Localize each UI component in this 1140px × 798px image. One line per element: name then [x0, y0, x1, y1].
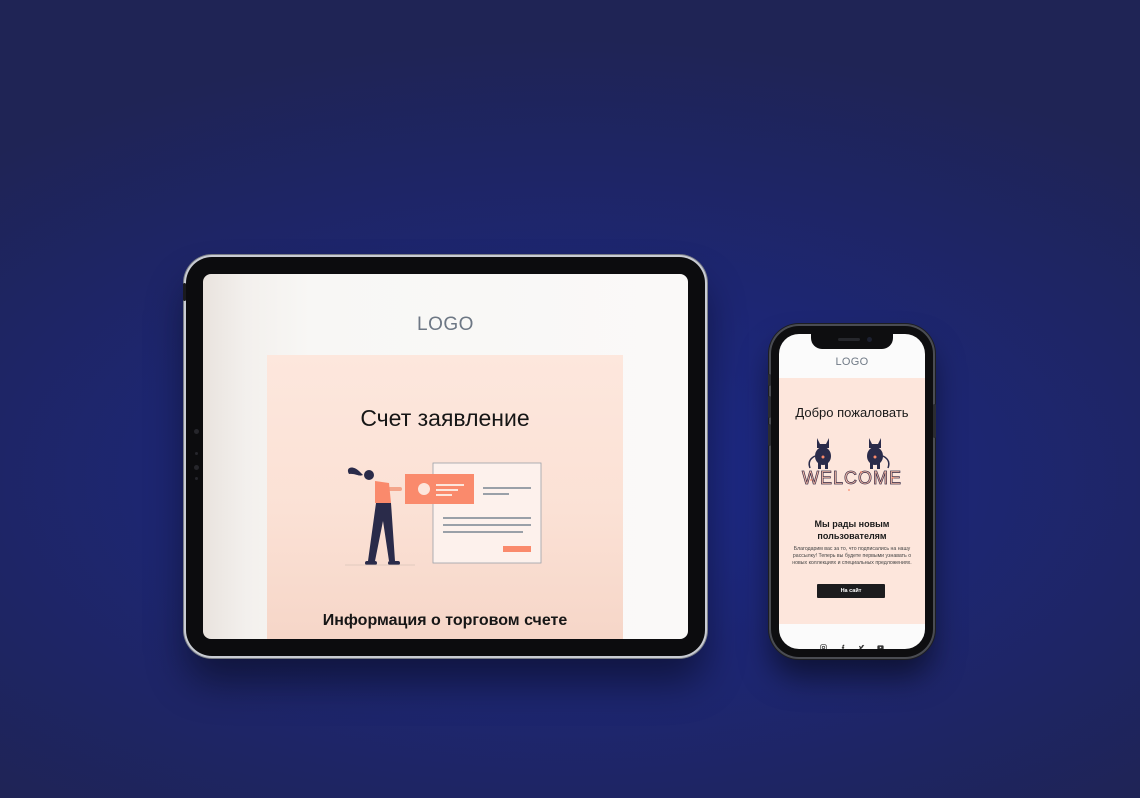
email-hero-card: Счет заявление Информация о торговом сче…: [267, 355, 623, 639]
email-logo: LOGO: [835, 356, 869, 368]
welcome-title: Добро пожаловать: [795, 405, 909, 420]
tablet-sensor: [194, 465, 199, 470]
phone-device: LOGO Добро пожаловать WELCOME WELCOME Мы…: [768, 326, 936, 657]
svg-text:WELCOME: WELCOME: [802, 468, 902, 488]
document-line: [483, 487, 531, 489]
speaker-grille: [838, 338, 860, 341]
person-head: [364, 470, 374, 480]
profile-avatar-shape: [418, 483, 430, 495]
person-shoe: [365, 561, 377, 565]
tablet-screen: LOGO Счет заявление Информация о торгово…: [203, 274, 688, 639]
welcome-card: Добро пожаловать WELCOME WELCOME Мы рады…: [779, 378, 925, 624]
email-section-heading: Информация о торговом счете: [322, 612, 568, 629]
instagram-icon[interactable]: [820, 638, 827, 649]
person-shirt: [375, 481, 391, 503]
go-to-site-button[interactable]: На сайт: [817, 584, 885, 598]
document-line: [483, 493, 509, 495]
phone-mute-switch: [768, 374, 771, 386]
invoice-illustration: [345, 462, 542, 566]
twitter-icon[interactable]: [858, 638, 865, 649]
youtube-icon[interactable]: [877, 638, 884, 649]
welcome-heading: Мы рады новым пользователям: [814, 519, 890, 541]
email-logo: LOGO: [417, 314, 474, 335]
person-hair: [347, 467, 363, 476]
welcome-body-text: Благодарим вас за то, что подписались на…: [792, 546, 912, 567]
phone-volume-up: [768, 396, 771, 418]
front-camera: [867, 337, 872, 342]
profile-line: [436, 489, 458, 491]
facebook-icon[interactable]: [839, 638, 846, 649]
cat-left-icon: [808, 438, 831, 469]
tablet-camera: [194, 429, 199, 434]
phone-power-button: [933, 404, 936, 438]
cat-right-icon: [867, 438, 890, 469]
phone-screen: LOGO Добро пожаловать WELCOME WELCOME Мы…: [779, 334, 925, 649]
phone-notch: [811, 334, 893, 349]
person-shoe: [388, 561, 400, 565]
person-legs: [368, 503, 395, 561]
tablet-side-button: [183, 283, 186, 301]
social-links: [779, 638, 925, 649]
document-button: [503, 546, 531, 552]
document-line: [443, 524, 531, 526]
document-line: [443, 517, 531, 519]
email-title: Счет заявление: [360, 405, 530, 431]
tablet-sensor: [195, 477, 198, 480]
profile-line: [436, 494, 452, 496]
welcome-cats-illustration: WELCOME WELCOME: [802, 438, 902, 491]
tablet-sensor: [195, 452, 198, 455]
document-line: [443, 531, 523, 533]
profile-line: [436, 484, 464, 486]
phone-volume-down: [768, 424, 771, 446]
tablet-device: LOGO Счет заявление Информация о торгово…: [183, 257, 705, 656]
